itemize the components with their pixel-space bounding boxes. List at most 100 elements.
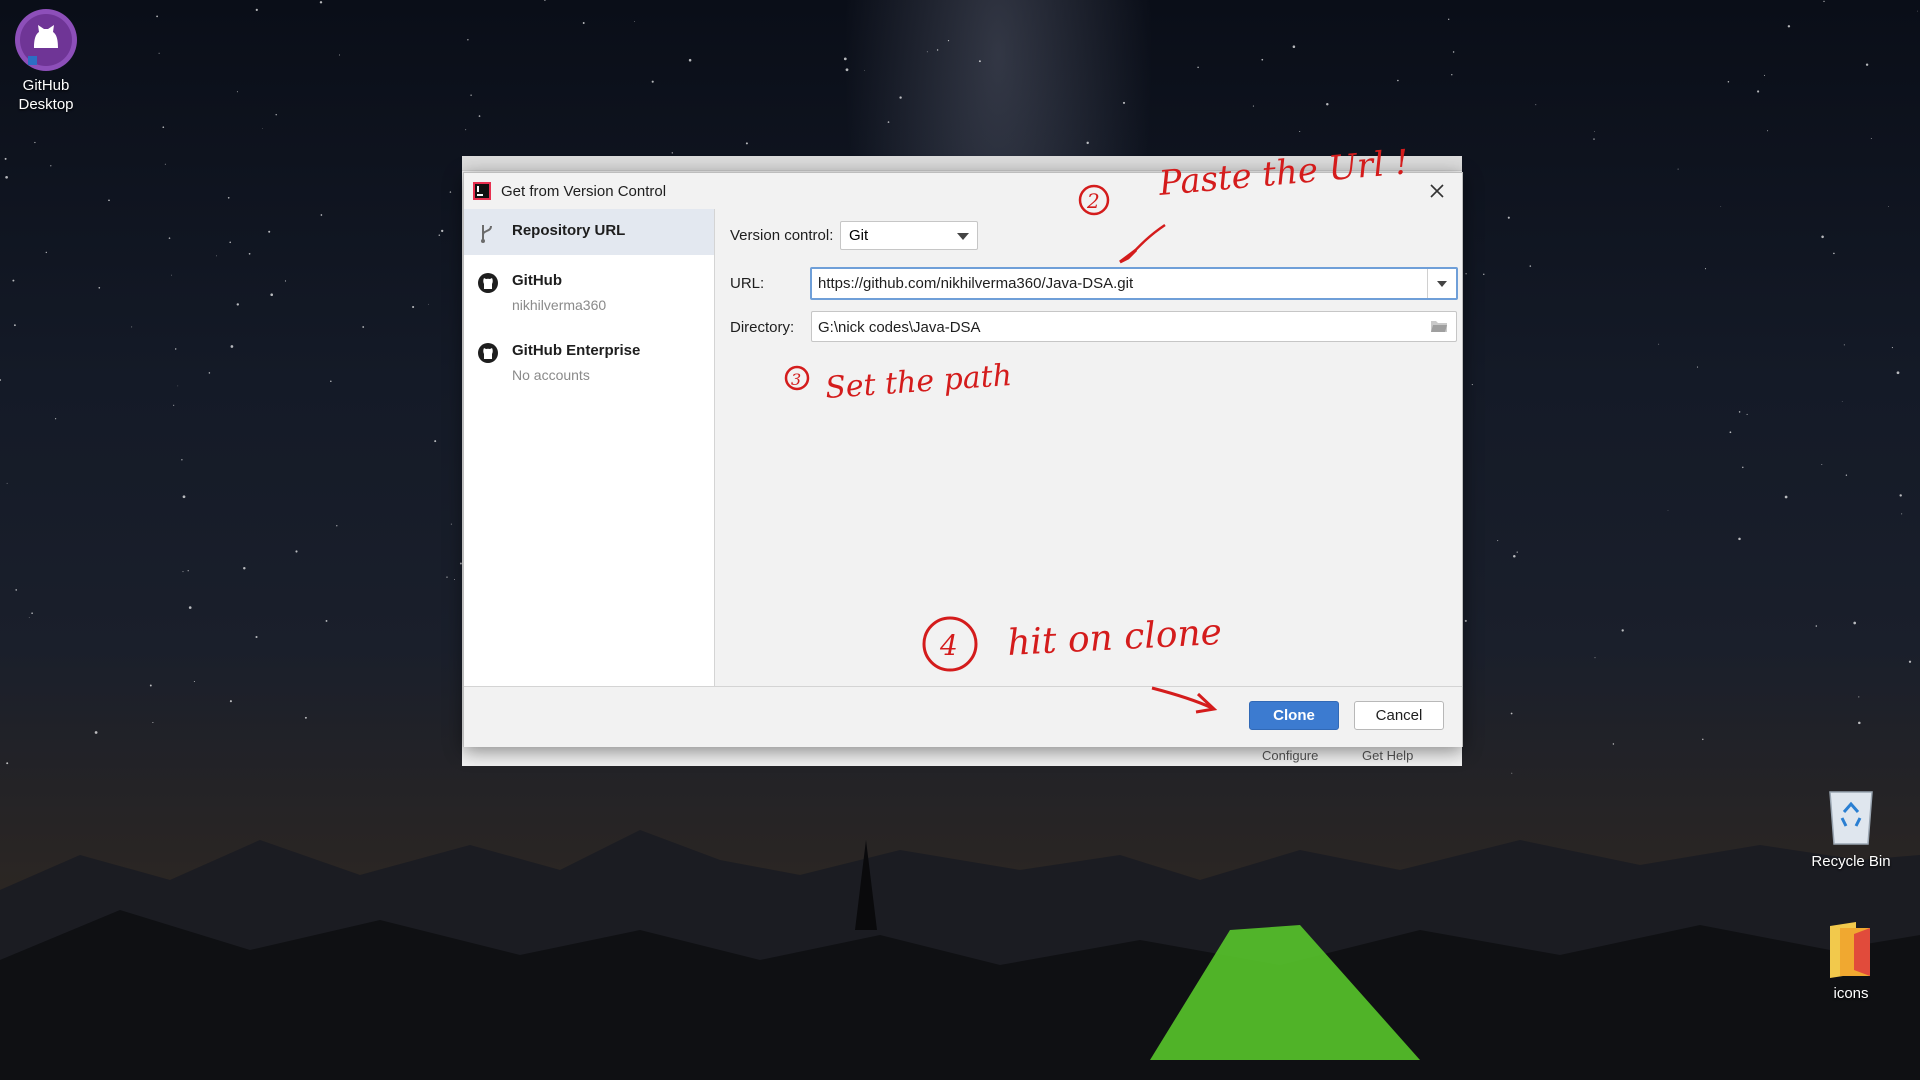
star (1122, 101, 1126, 104)
star (438, 234, 441, 236)
star (1594, 657, 1596, 659)
desktop-icon-label: Desktop (18, 96, 74, 113)
star (1452, 51, 1455, 53)
star (262, 128, 263, 129)
star (275, 114, 277, 116)
star (173, 404, 175, 406)
url-input[interactable] (818, 272, 1408, 294)
star (1763, 74, 1766, 76)
star (864, 69, 866, 71)
star (1729, 431, 1732, 434)
star (1471, 384, 1473, 386)
star (215, 255, 217, 257)
star (152, 721, 154, 724)
folder-icon (1830, 922, 1870, 978)
star (1507, 216, 1510, 219)
star (1858, 696, 1860, 698)
star (1742, 466, 1744, 469)
desktop-icon-icons-folder[interactable]: icons (1801, 920, 1901, 1003)
github-icon (478, 273, 498, 293)
star (1658, 343, 1660, 345)
star (936, 49, 939, 51)
star (1448, 18, 1450, 20)
star (1510, 712, 1513, 715)
star (671, 152, 673, 154)
star (688, 58, 692, 62)
star (478, 115, 481, 117)
star (1261, 58, 1264, 61)
sidebar-item-repository-url[interactable]: Repository URL (464, 209, 714, 255)
star (441, 229, 444, 233)
sidebar-item-label: GitHub Enterprise (512, 342, 641, 359)
star (131, 326, 133, 328)
dialog-titlebar: Get from Version Control (464, 173, 1462, 209)
clone-button[interactable]: Clone (1249, 701, 1339, 730)
star (1833, 252, 1835, 255)
star (4, 157, 7, 160)
desktop-icon-label: icons (1833, 985, 1869, 1002)
star (177, 385, 179, 387)
star (899, 96, 902, 99)
sidebar-item-label: Repository URL (512, 222, 626, 239)
star (98, 286, 101, 289)
star (1821, 464, 1823, 466)
star (843, 57, 847, 61)
star (182, 495, 186, 499)
star (1451, 74, 1453, 76)
star (182, 571, 184, 573)
browse-folder-icon[interactable] (1430, 319, 1448, 333)
star (1738, 537, 1741, 541)
chevron-down-icon (957, 233, 969, 240)
url-field[interactable] (810, 267, 1458, 300)
background-window-footer: Configure Get Help (462, 744, 1462, 766)
star (12, 279, 15, 282)
star (1465, 273, 1467, 275)
star (1483, 273, 1485, 275)
url-history-dropdown[interactable] (1427, 269, 1456, 298)
star (1497, 540, 1499, 542)
intellij-app-icon (473, 182, 491, 200)
star (5, 175, 8, 179)
star (926, 51, 928, 53)
star (174, 348, 177, 350)
desktop-icon-label: GitHub (22, 77, 70, 94)
star (1720, 205, 1722, 207)
star (339, 54, 340, 56)
get-help-link[interactable]: Get Help (1362, 748, 1413, 763)
star (255, 8, 258, 12)
star (295, 550, 298, 553)
star (1326, 102, 1329, 106)
star (336, 525, 338, 527)
star (1823, 0, 1825, 3)
star (28, 617, 30, 618)
github-desktop-icon (15, 9, 77, 71)
star (465, 129, 467, 131)
sidebar-item-account: No accounts (512, 367, 590, 383)
star (94, 731, 98, 734)
star (1896, 371, 1900, 375)
star (31, 612, 33, 614)
version-control-select[interactable]: Git (840, 221, 978, 250)
desktop-icon-github-desktop[interactable]: GitHub Desktop (0, 8, 96, 114)
star (1594, 131, 1596, 132)
directory-field[interactable] (811, 311, 1457, 342)
cancel-button[interactable]: Cancel (1354, 701, 1444, 730)
star (1612, 743, 1615, 745)
sidebar-item-github-enterprise[interactable]: GitHub Enterprise No accounts (464, 329, 714, 387)
desktop-icon-recycle-bin[interactable]: Recycle Bin (1801, 786, 1901, 871)
directory-input[interactable] (818, 316, 1408, 338)
star (1916, 10, 1918, 12)
star (1841, 400, 1843, 402)
star (230, 345, 234, 348)
star (14, 324, 16, 327)
star (0, 379, 2, 381)
star (1292, 45, 1296, 48)
star (248, 252, 251, 255)
star (236, 91, 238, 93)
configure-link[interactable]: Configure (1262, 748, 1318, 763)
sidebar-item-github[interactable]: GitHub nikhilverma360 (464, 259, 714, 317)
get-from-vcs-dialog: Get from Version Control Repository URL … (463, 172, 1463, 747)
star (1516, 551, 1518, 553)
star (582, 22, 585, 24)
close-icon[interactable] (1426, 180, 1448, 202)
